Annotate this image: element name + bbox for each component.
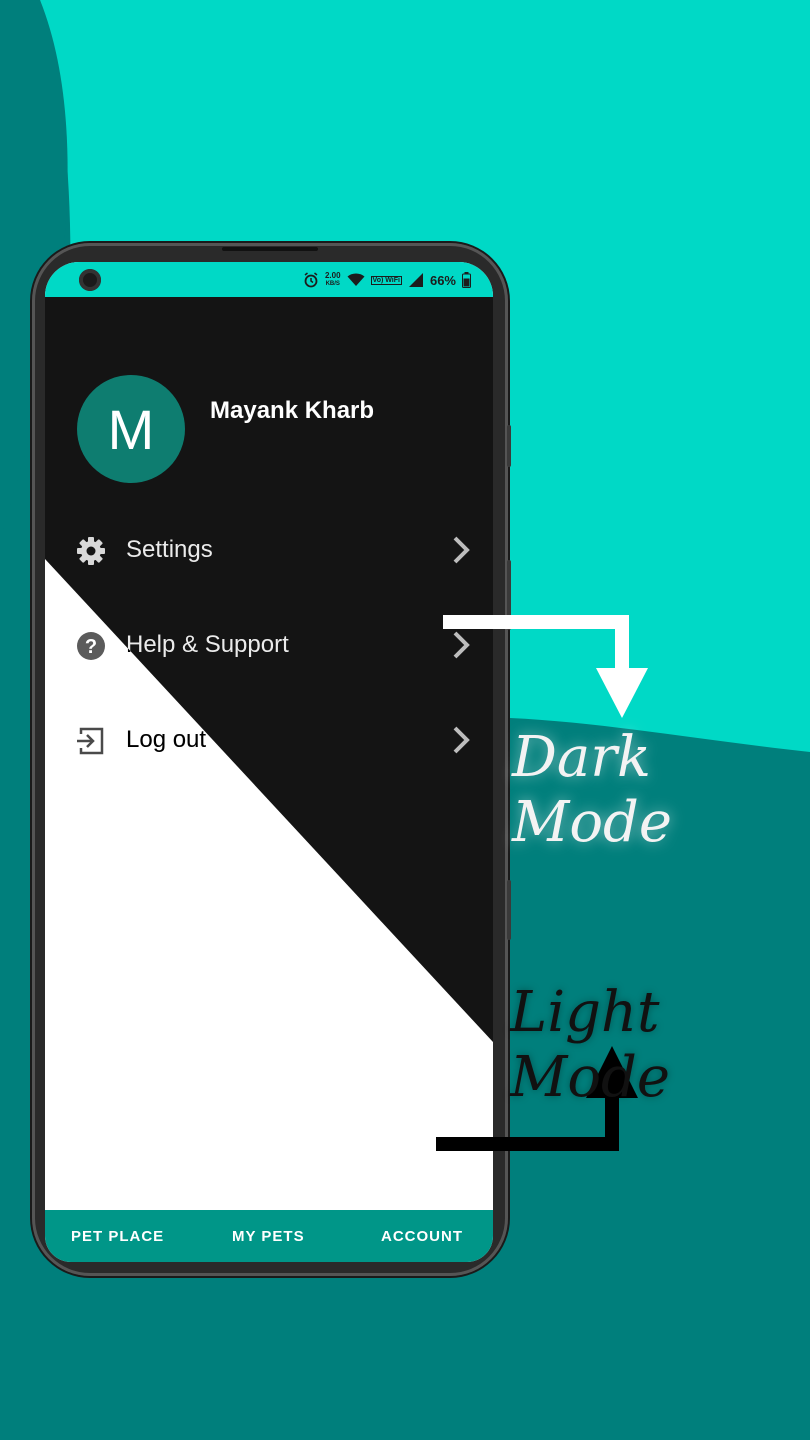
logout-icon (77, 727, 104, 755)
tab-my-pets[interactable]: MY PETS (232, 1228, 305, 1245)
alarm-icon (304, 272, 318, 288)
chevron-right-icon (453, 726, 470, 754)
menu-item-logout[interactable]: Log out (45, 710, 493, 770)
phone-screen: 2.00 KB/S Vo) WiFi 66% M Mayank Kharb Se… (45, 262, 493, 1262)
net-speed: 2.00 KB/S (325, 272, 341, 288)
battery-percent: 66% (429, 272, 456, 288)
help-icon: ? (77, 632, 105, 660)
camera-icon (79, 269, 101, 291)
phone-button (507, 880, 511, 940)
phone-speaker (222, 247, 318, 251)
menu-item-label: Settings (126, 536, 213, 563)
drawer-content: M Mayank Kharb Settings ? Help & Support… (45, 297, 493, 1210)
dark-mode-arrow (443, 615, 648, 718)
volte-badge: Vo) WiFi (370, 275, 402, 285)
light-mode-label: Light Mode (510, 980, 671, 1110)
avatar-initial: M (107, 397, 155, 461)
battery-icon (462, 272, 471, 288)
tab-account[interactable]: ACCOUNT (381, 1228, 463, 1245)
menu-item-label: Help & Support (126, 631, 289, 658)
tab-pet-place[interactable]: PET PLACE (71, 1228, 164, 1245)
status-bar: 2.00 KB/S Vo) WiFi 66% (45, 262, 493, 297)
wifi-icon (347, 273, 365, 286)
chevron-right-icon (453, 536, 470, 564)
user-name: Mayank Kharb (210, 397, 375, 424)
menu-item-label: Log out (126, 726, 207, 753)
avatar[interactable]: M (77, 375, 185, 483)
menu-item-help-support[interactable]: ? Help & Support (45, 615, 493, 675)
svg-text:?: ? (85, 636, 97, 658)
dark-mode-label: Dark Mode (512, 725, 673, 855)
status-indicators: 2.00 KB/S Vo) WiFi 66% (303, 270, 471, 290)
phone-button (507, 425, 511, 467)
net-speed-value: 2.00 (324, 271, 341, 280)
gear-icon (77, 537, 105, 565)
bottom-nav: PET PLACE MY PETS ACCOUNT (45, 1210, 493, 1262)
net-speed-unit: KB/S (325, 281, 340, 287)
menu-item-settings[interactable]: Settings (45, 520, 493, 580)
signal-icon (408, 273, 423, 287)
